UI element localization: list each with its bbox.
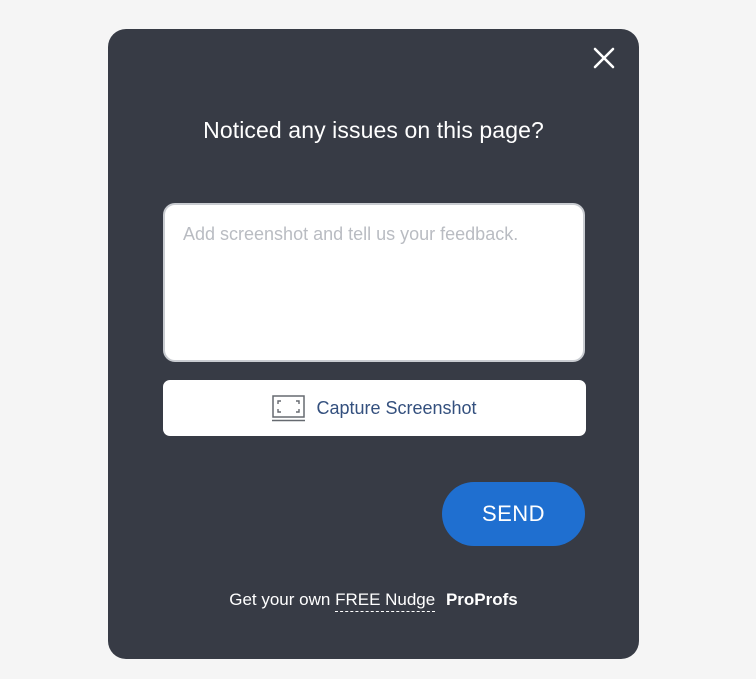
close-button[interactable] [591,45,617,71]
feedback-textarea[interactable] [163,203,585,362]
close-icon [593,47,615,69]
dialog-title: Noticed any issues on this page? [203,117,544,143]
send-button[interactable]: SEND [442,482,585,546]
screenshot-icon [272,394,306,422]
proprofs-brand: ProProfs [445,590,518,609]
capture-screenshot-label: Capture Screenshot [316,397,477,418]
feedback-dialog: Noticed any issues on this page? Capture… [108,29,639,659]
footer-promo: Get your own FREE Nudge ProProfs [108,590,639,612]
capture-screenshot-button[interactable]: Capture Screenshot [163,380,586,436]
free-nudge-link[interactable]: FREE Nudge [335,590,436,612]
footer-prefix: Get your own [229,590,331,609]
